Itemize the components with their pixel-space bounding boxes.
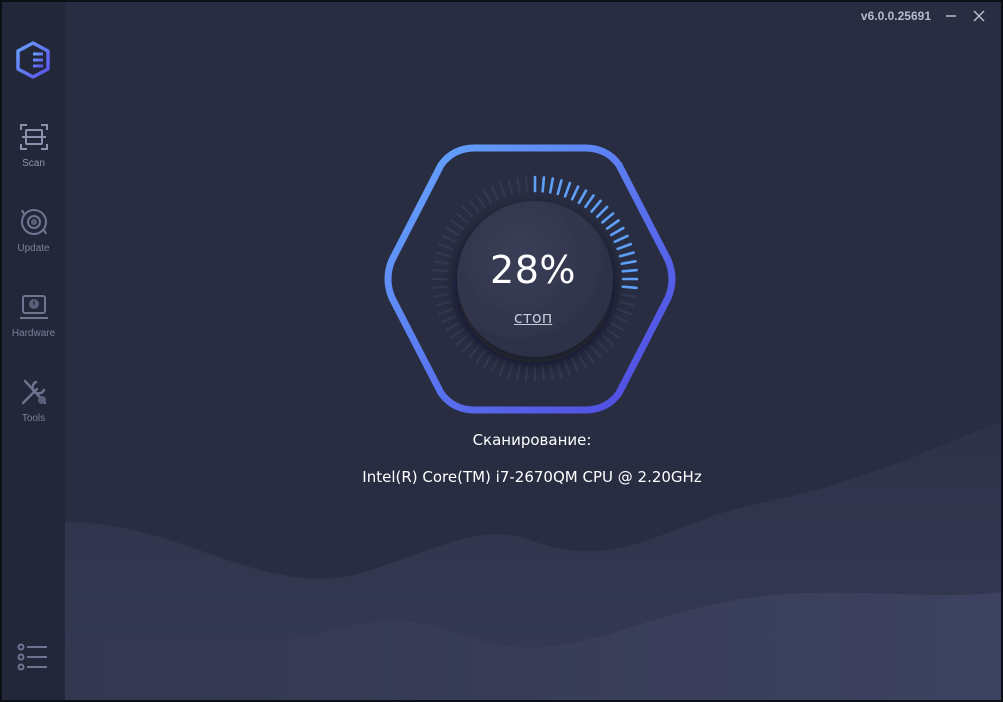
gauge-tick [445,226,460,237]
sidebar-item-hardware[interactable]: Hardware [2,290,65,360]
sidebar-item-label: Scan [22,158,45,169]
gauge-tick [475,194,486,209]
gauge-tick [455,212,469,224]
gauge-tick-active [618,251,635,258]
gauge-tick [616,308,632,315]
gauge-tick [571,357,580,373]
gauge-tick-active [601,212,615,224]
version-label: v6.0.0.25691 [860,9,931,23]
gauge-tick [601,334,615,346]
gauge-tick [556,362,563,379]
gauge-tick [435,251,452,258]
gauge-tick [516,364,521,381]
scan-icon [19,124,48,150]
gauge-tick [432,285,449,289]
stop-button[interactable]: стоп [496,308,570,327]
gauge-tick [541,365,545,382]
app-logo-icon[interactable] [14,40,52,80]
sidebar-item-label: Update [17,243,50,254]
minimize-button[interactable] [939,4,963,28]
gauge-tick [507,179,514,196]
gauge-tick [525,176,529,193]
sidebar-item-label: Tools [21,413,46,424]
gauge-tick-active [556,179,563,196]
gauge-tick [455,334,469,346]
gauge-tick [610,321,625,332]
gauge-tick [433,260,450,265]
gauge-tick-active [570,185,580,201]
gauge-tick [441,315,457,324]
progress-percent: 28% [490,248,576,292]
gauge-tick [438,308,454,315]
minimize-icon [946,15,956,17]
gauge-tick [490,357,499,373]
gauge-tick [516,177,521,194]
gauge-tick [564,360,571,376]
gauge-tick [482,354,493,369]
gauge-tick-active [590,199,602,213]
gauge-tick [620,293,637,298]
gauge-tick [461,205,474,218]
gauge-tick [482,189,493,204]
sidebar-item-scan[interactable]: Scan [2,120,65,190]
gauge-tick [618,300,635,307]
close-button[interactable] [967,4,991,28]
gauge-tick [433,293,450,298]
gauge-tick [590,345,602,359]
gauge-tick-active [577,189,588,205]
gauge-tick-active [620,259,637,266]
gauge-tick [499,182,507,198]
sidebar-item-label: Hardware [11,328,56,339]
gauge-tick [549,364,554,381]
gauge-tick [450,328,465,339]
sidebar-item-tools[interactable]: Tools [2,375,65,445]
scan-target-text: Intel(R) Core(TM) i7-2670QM CPU @ 2.20GH… [362,468,702,486]
gauge-tick [507,362,514,379]
gauge-tick-active [621,268,638,273]
gauge-tick [577,354,588,369]
gauge-tick [445,321,460,332]
gauge-tick-active [609,226,625,237]
gauge-tick [435,300,452,307]
gauge-tick-active [595,205,609,219]
close-icon [973,10,985,22]
gauge-tick [438,243,454,251]
gauge-tick [450,219,465,230]
gauge-tick [468,199,480,213]
gauge-tick-active [584,194,595,209]
scan-status-label: Сканирование: [472,431,592,449]
gauge-tick-active [605,219,620,230]
gauge-tick [596,340,609,353]
gauge-tick-active [548,177,555,194]
gauge-tick [441,234,457,243]
gauge-tick [613,315,629,324]
gauge-tick [432,269,449,273]
gauge-tick [475,349,486,364]
gauge-tick [468,345,480,359]
gauge-tick-active [616,242,633,251]
gauge-tick [605,328,620,339]
app-window: Scan Update Hardware Tools v6.0.0.25691 … [2,2,1001,700]
gauge-tick [461,340,474,353]
gauge-tick [584,349,595,364]
gauge-tick-active [541,176,546,193]
tools-icon [21,379,46,405]
gauge-tick-active [563,181,572,198]
gauge-tick-active [613,234,629,244]
gauge-tick [499,360,507,376]
gauge-tick-active [621,285,638,290]
gauge-tick [525,365,529,382]
sidebar-item-update[interactable]: Update [2,205,65,275]
update-icon [20,209,47,235]
hardware-icon [19,295,48,319]
gauge-tick [490,185,499,201]
list-menu-icon[interactable] [16,642,50,672]
sidebar: Scan Update Hardware Tools [2,2,65,700]
